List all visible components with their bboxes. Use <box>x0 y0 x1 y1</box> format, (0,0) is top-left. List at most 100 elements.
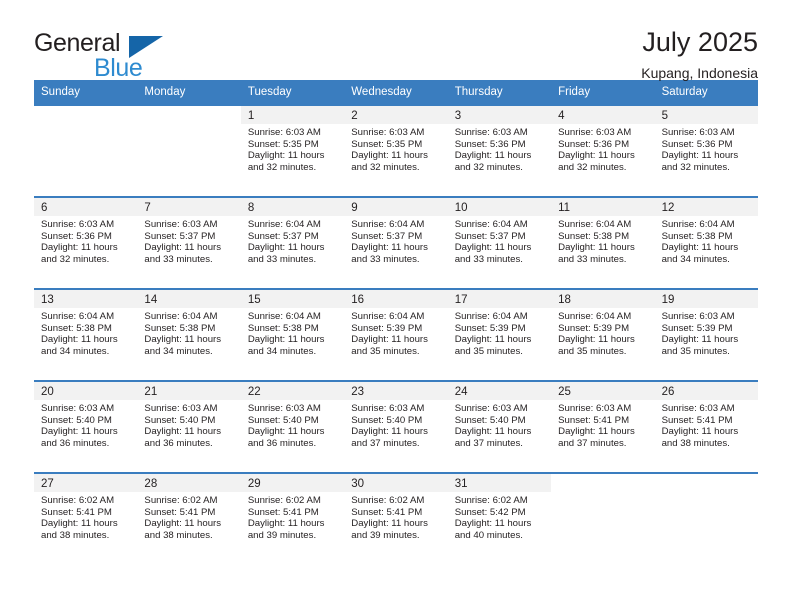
calendar-day-cell[interactable]: 24 Sunrise: 6:03 AM Sunset: 5:40 PM Dayligh… <box>447 382 552 472</box>
day-sunset-text: Sunset: 5:41 PM <box>144 506 216 518</box>
day-daylight2-text: and 36 minutes. <box>41 437 110 449</box>
day-daylight2-text: and 37 minutes. <box>454 437 523 449</box>
day-sunrise-text: Sunrise: 6:03 AM <box>351 127 425 138</box>
day-daylight1-text: Daylight: 11 hours <box>661 334 739 346</box>
day-sun-info: Sunrise: 6:03 AM Sunset: 5:40 PM Daylight:… <box>241 400 344 449</box>
calendar-day-cell[interactable]: 1 Sunrise: 6:03 AM Sunset: 5:35 PM Daylight… <box>240 106 345 196</box>
day-sunrise-text: Sunrise: 6:04 AM <box>41 311 115 322</box>
general-blue-logo[interactable]: General Blue <box>34 28 164 81</box>
calendar-day-cell[interactable]: 9 Sunrise: 6:04 AM Sunset: 5:37 PM Daylight… <box>344 198 448 288</box>
calendar-week-row: 27 Sunrise: 6:02 AM Sunset: 5:41 PM Dayligh… <box>34 472 758 564</box>
day-sun-info: Sunrise: 6:04 AM Sunset: 5:38 PM Daylight:… <box>34 308 137 357</box>
day-sunrise-text: Sunrise: 6:03 AM <box>41 219 115 230</box>
day-daylight2-text: and 33 minutes. <box>454 253 523 265</box>
day-daylight2-text: and 34 minutes. <box>661 253 730 265</box>
calendar-day-cell[interactable]: 5 Sunrise: 6:03 AM Sunset: 5:36 PM Daylight… <box>654 106 758 196</box>
day-number: 3 <box>454 110 462 122</box>
calendar-day-cell[interactable]: 17 Sunrise: 6:04 AM Sunset: 5:39 PM Dayligh… <box>447 290 552 380</box>
calendar-day-cell[interactable]: 27 Sunrise: 6:02 AM Sunset: 5:41 PM Dayligh… <box>34 474 138 564</box>
day-number-band: 27 <box>34 474 138 492</box>
day-sunrise-text: Sunrise: 6:02 AM <box>247 495 321 506</box>
calendar-day-cell[interactable]: 25 Sunrise: 6:03 AM Sunset: 5:41 PM Dayligh… <box>551 382 655 472</box>
calendar-day-cell[interactable]: 16 Sunrise: 6:04 AM Sunset: 5:39 PM Dayligh… <box>344 290 448 380</box>
day-daylight2-text: and 36 minutes. <box>144 437 213 449</box>
weekday-sunday: Sunday <box>41 86 81 98</box>
day-sunrise-text: Sunrise: 6:04 AM <box>454 219 528 230</box>
day-number: 9 <box>351 202 358 214</box>
calendar-day-cell[interactable]: 23 Sunrise: 6:03 AM Sunset: 5:40 PM Dayligh… <box>344 382 448 472</box>
day-number: 1 <box>247 110 255 122</box>
day-number: 10 <box>454 202 468 214</box>
day-number: 11 <box>558 202 571 214</box>
day-number: 31 <box>454 478 468 490</box>
calendar-day-cell[interactable]: 30 Sunrise: 6:02 AM Sunset: 5:41 PM Dayligh… <box>344 474 448 564</box>
day-daylight1-text: Daylight: 11 hours <box>351 150 428 162</box>
calendar-day-cell[interactable]: 26 Sunrise: 6:03 AM Sunset: 5:41 PM Dayligh… <box>654 382 758 472</box>
day-number-band: 23 <box>344 382 448 400</box>
day-number-band: 16 <box>344 290 448 308</box>
calendar-day-cell[interactable]: 19 Sunrise: 6:03 AM Sunset: 5:39 PM Dayligh… <box>654 290 758 380</box>
day-daylight1-text: Daylight: 11 hours <box>41 518 118 530</box>
day-sun-info: Sunrise: 6:03 AM Sunset: 5:41 PM Daylight:… <box>551 400 654 449</box>
calendar-day-cell[interactable]: 2 Sunrise: 6:03 AM Sunset: 5:35 PM Daylight… <box>344 106 448 196</box>
day-sunrise-text: Sunrise: 6:04 AM <box>247 311 321 322</box>
calendar-day-cell[interactable]: 7 Sunrise: 6:03 AM Sunset: 5:37 PM Daylight… <box>137 198 241 288</box>
calendar-day-cell[interactable]: 14 Sunrise: 6:04 AM Sunset: 5:38 PM Dayligh… <box>137 290 241 380</box>
page-title: July 2025 <box>642 27 758 57</box>
calendar-day-cell[interactable]: 13 Sunrise: 6:04 AM Sunset: 5:38 PM Dayligh… <box>34 290 138 380</box>
day-daylight2-text: and 38 minutes. <box>144 529 213 541</box>
day-daylight1-text: Daylight: 11 hours <box>351 426 428 438</box>
day-number: 22 <box>247 386 261 398</box>
calendar-day-cell[interactable]: 31 Sunrise: 6:02 AM Sunset: 5:42 PM Dayligh… <box>447 474 552 564</box>
calendar-day-cell[interactable]: 3 Sunrise: 6:03 AM Sunset: 5:36 PM Daylight… <box>447 106 552 196</box>
day-number-band: 17 <box>447 290 552 308</box>
day-number-band: 8 <box>240 198 345 216</box>
day-daylight1-text: Daylight: 11 hours <box>351 242 428 254</box>
calendar-day-cell[interactable]: 21 Sunrise: 6:03 AM Sunset: 5:40 PM Dayligh… <box>137 382 241 472</box>
day-sun-info: Sunrise: 6:02 AM Sunset: 5:42 PM Daylight:… <box>448 492 551 541</box>
day-daylight2-text: and 34 minutes. <box>144 345 213 357</box>
calendar-day-cell[interactable]: 29 Sunrise: 6:02 AM Sunset: 5:41 PM Dayligh… <box>240 474 345 564</box>
day-number: 26 <box>661 386 675 398</box>
day-number-band: 20 <box>34 382 138 400</box>
day-daylight2-text: and 35 minutes. <box>661 345 730 357</box>
calendar-day-cell[interactable]: 28 Sunrise: 6:02 AM Sunset: 5:41 PM Dayligh… <box>137 474 241 564</box>
calendar-day-cell[interactable]: 12 Sunrise: 6:04 AM Sunset: 5:38 PM Dayligh… <box>654 198 758 288</box>
calendar-day-cell[interactable]: 6 Sunrise: 6:03 AM Sunset: 5:36 PM Daylight… <box>34 198 138 288</box>
day-number-band: 11 <box>551 198 655 216</box>
day-daylight2-text: and 39 minutes. <box>351 529 420 541</box>
day-daylight2-text: and 34 minutes. <box>247 345 317 357</box>
day-daylight1-text: Daylight: 11 hours <box>558 334 635 346</box>
calendar-day-cell[interactable]: 15 Sunrise: 6:04 AM Sunset: 5:38 PM Dayligh… <box>240 290 345 380</box>
day-sunrise-text: Sunrise: 6:03 AM <box>558 403 632 414</box>
calendar-day-cell[interactable]: 20 Sunrise: 6:03 AM Sunset: 5:40 PM Dayligh… <box>34 382 138 472</box>
day-number-band: 25 <box>551 382 655 400</box>
day-number-band: 18 <box>551 290 655 308</box>
calendar-day-cell[interactable]: 10 Sunrise: 6:04 AM Sunset: 5:37 PM Dayligh… <box>447 198 552 288</box>
day-sunset-text: Sunset: 5:39 PM <box>661 322 733 334</box>
day-number-band: 2 <box>344 106 448 124</box>
calendar-day-cell[interactable]: 11 Sunrise: 6:04 AM Sunset: 5:38 PM Dayligh… <box>551 198 655 288</box>
day-number: 29 <box>247 478 261 490</box>
day-sun-info: Sunrise: 6:04 AM Sunset: 5:37 PM Daylight:… <box>344 216 447 265</box>
day-daylight1-text: Daylight: 11 hours <box>454 150 532 162</box>
day-number-band: 28 <box>137 474 241 492</box>
weekday-header-row: Sunday Monday Tuesday Wednesday Thursday… <box>34 80 758 104</box>
day-number: 15 <box>247 294 261 306</box>
calendar-day-cell[interactable]: 22 Sunrise: 6:03 AM Sunset: 5:40 PM Dayligh… <box>240 382 345 472</box>
weekday-tuesday: Tuesday <box>247 86 292 98</box>
day-number: 14 <box>144 294 158 306</box>
calendar-day-cell[interactable]: 8 Sunrise: 6:04 AM Sunset: 5:37 PM Daylight… <box>240 198 345 288</box>
day-sun-info: Sunrise: 6:03 AM Sunset: 5:36 PM Daylight:… <box>34 216 137 265</box>
day-sunset-text: Sunset: 5:42 PM <box>454 506 526 518</box>
location-subtitle: Kupang, Indonesia <box>641 65 758 82</box>
day-sun-info: Sunrise: 6:03 AM Sunset: 5:40 PM Daylight:… <box>34 400 137 449</box>
calendar-day-cell[interactable]: 18 Sunrise: 6:04 AM Sunset: 5:39 PM Dayligh… <box>551 290 655 380</box>
day-daylight2-text: and 37 minutes. <box>558 437 627 449</box>
day-sunset-text: Sunset: 5:37 PM <box>454 230 526 242</box>
day-daylight1-text: Daylight: 11 hours <box>144 242 222 254</box>
calendar-day-cell[interactable]: 4 Sunrise: 6:03 AM Sunset: 5:36 PM Daylight… <box>551 106 655 196</box>
day-daylight1-text: Daylight: 11 hours <box>41 334 118 346</box>
day-sunrise-text: Sunrise: 6:03 AM <box>661 403 735 414</box>
day-sunrise-text: Sunrise: 6:03 AM <box>144 219 218 230</box>
